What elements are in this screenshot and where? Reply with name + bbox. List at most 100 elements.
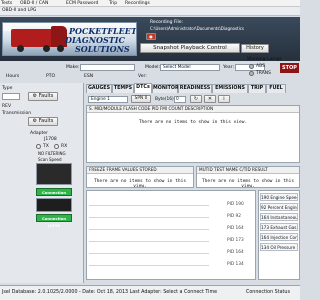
tab-readiness[interactable]: READINESS: [178, 84, 212, 93]
wheel-graphic: [17, 45, 24, 52]
spn-button[interactable]: SPN 0: [131, 95, 151, 103]
freeze-frame-header: FREEZE FRAME VALUES STORED: [87, 167, 193, 174]
pto-label: PTO: [46, 74, 56, 79]
chart-pid-label: PID 164: [227, 226, 244, 231]
info-icon: i: [223, 96, 225, 102]
transmission-label: Transmission: [2, 111, 32, 116]
ver-label: Ver:: [138, 74, 147, 79]
menu-bar: Tests OBD-II / CAN ECM Password Trip Rec…: [0, 0, 300, 7]
connection-j1708-indicator: Connection J1708: [36, 188, 72, 202]
status-bar: Jsel Database: 2.0.1025/2.0000 - Date: O…: [0, 285, 300, 300]
stop-lamp: STOP: [280, 63, 299, 73]
info-button[interactable]: i: [218, 95, 230, 103]
test-results-panel[interactable]: MUTID TEST NAME C/TID RESULT There are n…: [196, 166, 300, 189]
year-label: Year:: [223, 65, 234, 70]
refresh-icon: ↻: [193, 96, 199, 102]
pid-list-item[interactable]: 190 Engine Speed: [260, 193, 298, 201]
tab-emissions[interactable]: EMISSIONS: [212, 84, 248, 93]
scan-speed-label: Scan Speed: [38, 157, 62, 162]
tab-trip[interactable]: TRIP: [248, 84, 266, 93]
chart-pid-label: PID 173: [227, 238, 244, 243]
recording-file-label: Recording File:: [150, 20, 183, 25]
recording-panel: Recording File: C:\Users\Administrator\D…: [140, 19, 244, 59]
connection-status: Connection Status: [246, 290, 290, 295]
esn-label: ESN: [84, 74, 94, 79]
dtc-list-header: S. MID/MODULE FLASH CODE PID FMI COUNT D…: [87, 106, 299, 113]
trans-label: TRANS: [256, 71, 271, 76]
dtc-list[interactable]: S. MID/MODULE FLASH CODE PID FMI COUNT D…: [86, 105, 300, 163]
pid-list[interactable]: 190 Engine Speed 92 Percent Engine 164 I…: [258, 190, 300, 280]
tab-temps[interactable]: TEMPS: [112, 84, 134, 93]
menu-item-tests[interactable]: Tests: [1, 1, 12, 6]
chart-pid-label: PID 92: [227, 214, 242, 219]
make-label: Make:: [66, 65, 80, 70]
scan-speed-gauge: [36, 163, 72, 185]
transmission-faults-button[interactable]: ⚙ Faults: [28, 117, 58, 126]
tab-fuel[interactable]: FUEL: [266, 84, 286, 93]
status-text: Jsel Database: 2.0.1025/2.0000 - Date: O…: [2, 290, 218, 295]
menu-item-trip[interactable]: Trip: [109, 1, 117, 6]
menu-item-recordings[interactable]: Recordings: [125, 1, 150, 6]
no-filtering-label: NO FILTERING: [38, 151, 66, 156]
dtc-empty-message: There are no items to show in this view.: [138, 120, 248, 125]
freeze-frame-panel[interactable]: FREEZE FRAME VALUES STORED There are no …: [86, 166, 194, 189]
faults-label: Faults: [38, 93, 54, 99]
test-results-header: MUTID TEST NAME C/TID RESULT: [197, 167, 299, 174]
make-dropdown[interactable]: [80, 64, 135, 71]
pid-list-item[interactable]: 134 Oil Pressure: [260, 243, 298, 251]
chart-gridline: [89, 241, 209, 242]
snapshot-playback-button[interactable]: Snapshot Playback Control: [140, 43, 240, 53]
byte-field[interactable]: 0: [174, 96, 186, 103]
pid-chart[interactable]: PID 190 PID 92 PID 164 PID 173 PID 164 P…: [86, 190, 256, 280]
refresh-button[interactable]: ↻: [190, 95, 202, 103]
record-button[interactable]: ●: [146, 33, 156, 40]
test-empty-message: There are no items to show in this view.: [201, 179, 295, 189]
j1939-gauge: [36, 198, 72, 212]
tab-strip: GAUGES TEMPS DTCs MONITOR READINESS EMIS…: [86, 83, 300, 93]
model-label: Model:: [145, 65, 161, 70]
chart-pid-label: PID 164: [227, 250, 244, 255]
tab-dtcs[interactable]: DTCs: [134, 83, 152, 93]
abs-lamp-icon: [249, 64, 254, 69]
eraser-icon: ✕: [207, 96, 213, 102]
pid-list-item[interactable]: 173 Exhaust Gas: [260, 223, 298, 231]
connection-j1939-indicator: Connection J1939: [36, 214, 72, 228]
tab-monitor[interactable]: MONITOR: [152, 84, 179, 93]
trans-lamp-icon: [249, 71, 254, 76]
wrench-icon: ⚙: [32, 118, 38, 124]
type-label: Type: [2, 86, 13, 91]
record-icon: ●: [149, 34, 153, 39]
tab-gauges[interactable]: GAUGES: [86, 84, 112, 93]
rx-indicator-icon: [54, 144, 59, 149]
clear-button[interactable]: ✕: [204, 95, 216, 103]
engine-faults-button[interactable]: ⚙ Faults: [28, 92, 58, 101]
tx-indicator-icon: [36, 144, 41, 149]
j1708-label: J1708: [44, 137, 57, 142]
chart-gridline: [89, 253, 209, 254]
rx-label: RX: [61, 144, 68, 149]
window-title: OBD-II and LPG: [2, 8, 37, 13]
history-label: History: [246, 45, 264, 51]
pid-list-item[interactable]: 164 Instantaneous: [260, 213, 298, 221]
recording-path: C:\Users\Administrator\Documents\Diagnos…: [150, 26, 245, 31]
pid-list-item[interactable]: 92 Percent Engine: [260, 203, 298, 211]
model-dropdown[interactable]: Select Model: [160, 64, 220, 71]
warning-lamps-label: Warning Lamps: [247, 57, 282, 62]
freeze-empty-message: There are no items to show in this view.: [93, 179, 187, 189]
tx-label: TX: [43, 144, 49, 149]
pid-list-item[interactable]: 164 Injection Con: [260, 233, 298, 241]
company-logo: ose POCKETFLEET DIAGNOSTIC SOLUTIONS: [2, 22, 137, 56]
menu-item-ecm-password[interactable]: ECM Password: [66, 1, 98, 6]
chart-gridline: [89, 205, 209, 206]
menu-item-obd[interactable]: OBD-II / CAN: [20, 1, 48, 6]
engine-select[interactable]: Engine 1: [88, 96, 128, 103]
chart-gridline: [89, 265, 209, 266]
faults-label: Faults: [38, 118, 54, 124]
chart-pid-label: PID 190: [227, 202, 244, 207]
type-field[interactable]: [2, 93, 20, 100]
abs-label: ABS: [256, 64, 265, 69]
history-button[interactable]: History: [241, 44, 269, 53]
wheel-graphic: [43, 45, 50, 52]
chart-pid-label: PID 134: [227, 262, 244, 267]
logo-line3: SOLUTIONS: [75, 44, 130, 54]
